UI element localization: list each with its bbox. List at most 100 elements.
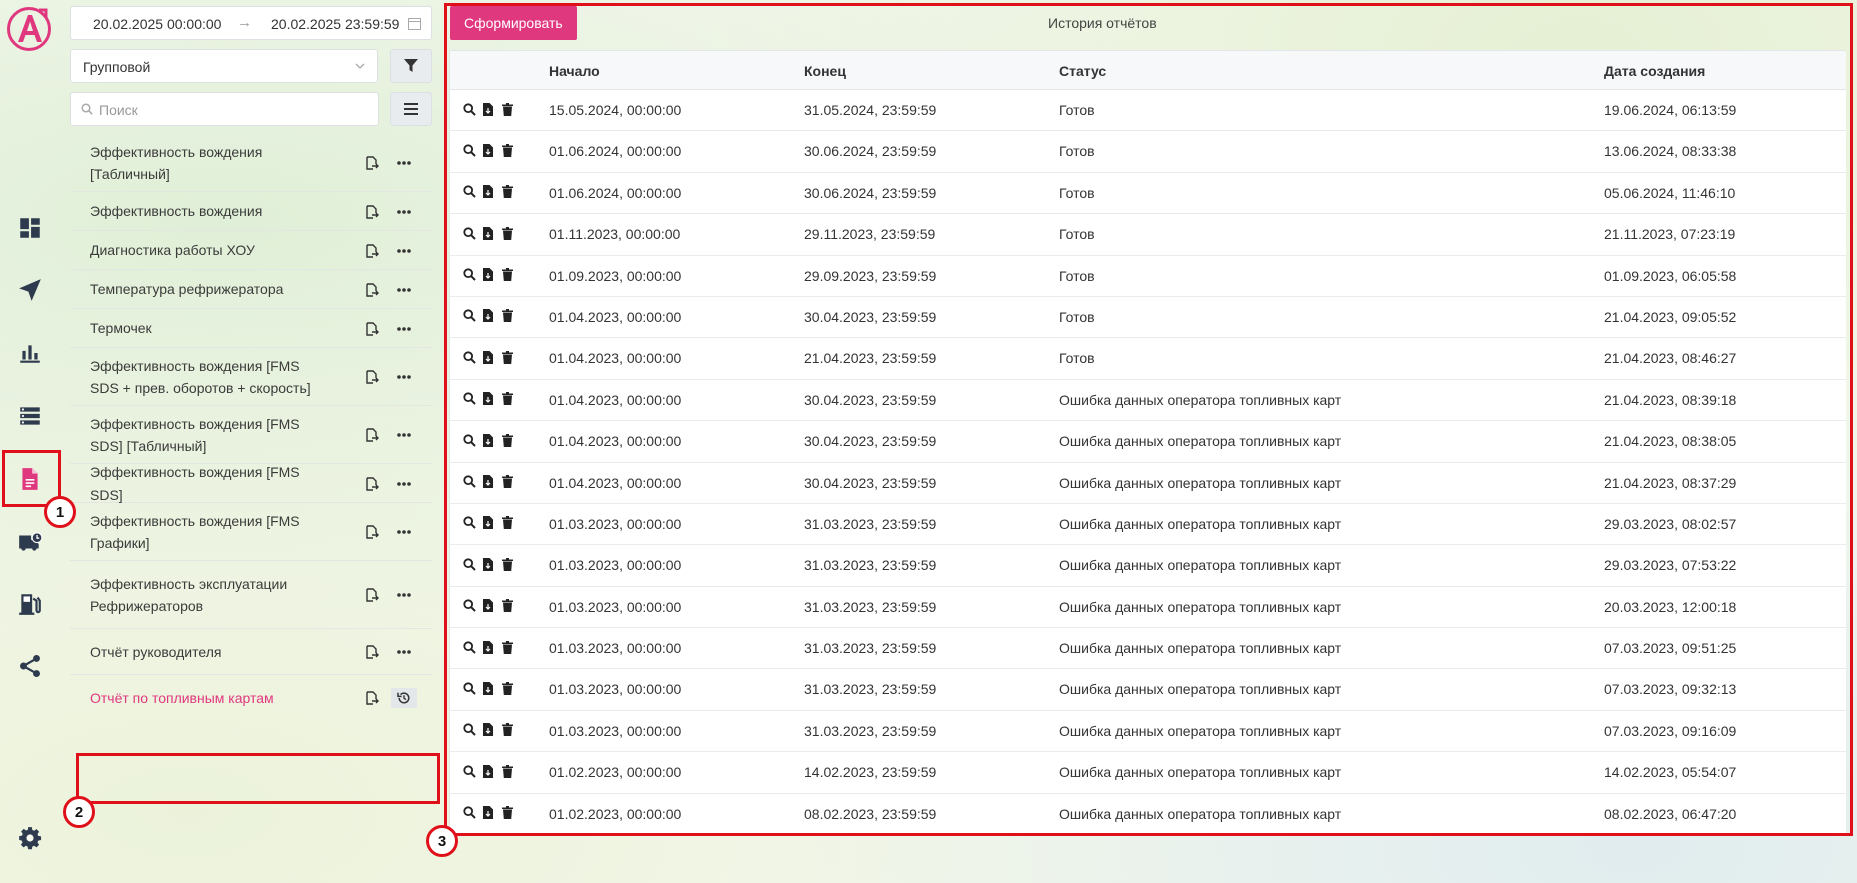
download-icon[interactable] <box>481 805 495 821</box>
view-icon[interactable] <box>462 722 476 738</box>
view-icon[interactable] <box>462 391 476 407</box>
export-document-icon[interactable] <box>365 156 379 170</box>
nav-maintenance[interactable] <box>10 522 50 562</box>
download-icon[interactable] <box>481 101 495 117</box>
download-icon[interactable] <box>481 515 495 531</box>
export-document-icon[interactable] <box>365 476 379 491</box>
search-box[interactable] <box>70 92 379 127</box>
delete-icon[interactable] <box>500 308 514 324</box>
view-icon[interactable] <box>462 763 476 779</box>
delete-icon[interactable] <box>500 391 514 407</box>
delete-icon[interactable] <box>500 805 514 821</box>
report-item[interactable]: Эффективность вождения [Табличный] <box>70 134 432 192</box>
export-document-icon[interactable] <box>365 645 379 659</box>
download-icon[interactable] <box>481 680 495 696</box>
more-options-icon[interactable] <box>391 367 417 387</box>
date-end[interactable]: 20.02.2025 23:59:59 <box>271 16 399 32</box>
more-options-icon[interactable] <box>391 522 417 542</box>
more-options-icon[interactable] <box>391 241 417 261</box>
view-icon[interactable] <box>462 556 476 572</box>
report-item-selected[interactable]: Отчёт по топливным картам <box>70 675 432 721</box>
delete-icon[interactable] <box>500 722 514 738</box>
view-icon[interactable] <box>462 142 476 158</box>
download-icon[interactable] <box>481 391 495 407</box>
report-item[interactable]: Эффективность эксплуатации Рефрижераторо… <box>70 561 432 629</box>
nav-reports[interactable] <box>10 459 50 499</box>
date-range-picker[interactable]: 20.02.2025 00:00:00 → 20.02.2025 23:59:5… <box>70 6 432 40</box>
view-icon[interactable] <box>462 474 476 490</box>
download-icon[interactable] <box>481 474 495 490</box>
nav-analytics[interactable] <box>10 333 50 373</box>
report-item[interactable]: Температура рефрижератора <box>70 270 432 309</box>
download-icon[interactable] <box>481 308 495 324</box>
export-document-icon[interactable] <box>365 588 379 602</box>
view-icon[interactable] <box>462 267 476 283</box>
report-item[interactable]: Эффективность вождения [FMS SDS + прев. … <box>70 348 432 406</box>
delete-icon[interactable] <box>500 184 514 200</box>
more-options-icon[interactable] <box>391 642 417 662</box>
download-icon[interactable] <box>481 142 495 158</box>
nav-tracking[interactable] <box>10 270 50 310</box>
download-icon[interactable] <box>481 598 495 614</box>
app-logo[interactable] <box>6 6 52 52</box>
delete-icon[interactable] <box>500 598 514 614</box>
delete-icon[interactable] <box>500 349 514 365</box>
date-start[interactable]: 20.02.2025 00:00:00 <box>93 16 221 32</box>
report-item[interactable]: Отчёт руководителя <box>70 629 432 675</box>
history-button[interactable] <box>391 688 417 708</box>
search-input[interactable] <box>97 93 371 127</box>
nav-share[interactable] <box>10 646 50 686</box>
report-item[interactable]: Эффективность вождения [FMS Графики] <box>70 503 432 561</box>
export-document-icon[interactable] <box>365 691 379 705</box>
more-options-icon[interactable] <box>391 474 417 494</box>
export-document-icon[interactable] <box>365 370 379 384</box>
more-options-icon[interactable] <box>391 153 417 173</box>
delete-icon[interactable] <box>500 515 514 531</box>
download-icon[interactable] <box>481 349 495 365</box>
view-icon[interactable] <box>462 101 476 117</box>
report-item[interactable]: Эффективность вождения <box>70 192 432 231</box>
export-document-icon[interactable] <box>365 243 379 258</box>
download-icon[interactable] <box>481 432 495 448</box>
download-icon[interactable] <box>481 556 495 572</box>
delete-icon[interactable] <box>500 556 514 572</box>
download-icon[interactable] <box>481 722 495 738</box>
delete-icon[interactable] <box>500 763 514 779</box>
view-icon[interactable] <box>462 805 476 821</box>
export-document-icon[interactable] <box>365 428 379 442</box>
delete-icon[interactable] <box>500 474 514 490</box>
report-item[interactable]: Термочек <box>70 309 432 348</box>
calendar-icon[interactable] <box>408 17 421 30</box>
more-options-icon[interactable] <box>391 202 417 222</box>
nav-objects[interactable] <box>10 396 50 436</box>
download-icon[interactable] <box>481 639 495 655</box>
delete-icon[interactable] <box>500 101 514 117</box>
download-icon[interactable] <box>481 763 495 779</box>
delete-icon[interactable] <box>500 267 514 283</box>
menu-button[interactable] <box>390 92 432 126</box>
report-type-select[interactable]: Групповой <box>70 49 378 83</box>
nav-dashboard[interactable] <box>10 208 50 248</box>
view-icon[interactable] <box>462 184 476 200</box>
view-icon[interactable] <box>462 639 476 655</box>
more-options-icon[interactable] <box>391 280 417 300</box>
export-document-icon[interactable] <box>365 204 379 219</box>
view-icon[interactable] <box>462 308 476 324</box>
nav-settings[interactable] <box>10 818 50 858</box>
export-document-icon[interactable] <box>365 525 379 539</box>
view-icon[interactable] <box>462 680 476 696</box>
generate-button[interactable]: Сформировать <box>450 6 577 40</box>
delete-icon[interactable] <box>500 432 514 448</box>
more-options-icon[interactable] <box>391 319 417 339</box>
report-item[interactable]: Диагностика работы ХОУ <box>70 231 432 270</box>
view-icon[interactable] <box>462 225 476 241</box>
delete-icon[interactable] <box>500 639 514 655</box>
report-item[interactable]: Эффективность вождения [FMS SDS] <box>70 464 432 503</box>
more-options-icon[interactable] <box>391 425 417 445</box>
view-icon[interactable] <box>462 515 476 531</box>
export-document-icon[interactable] <box>365 321 379 336</box>
export-document-icon[interactable] <box>365 282 379 297</box>
download-icon[interactable] <box>481 184 495 200</box>
view-icon[interactable] <box>462 349 476 365</box>
download-icon[interactable] <box>481 225 495 241</box>
